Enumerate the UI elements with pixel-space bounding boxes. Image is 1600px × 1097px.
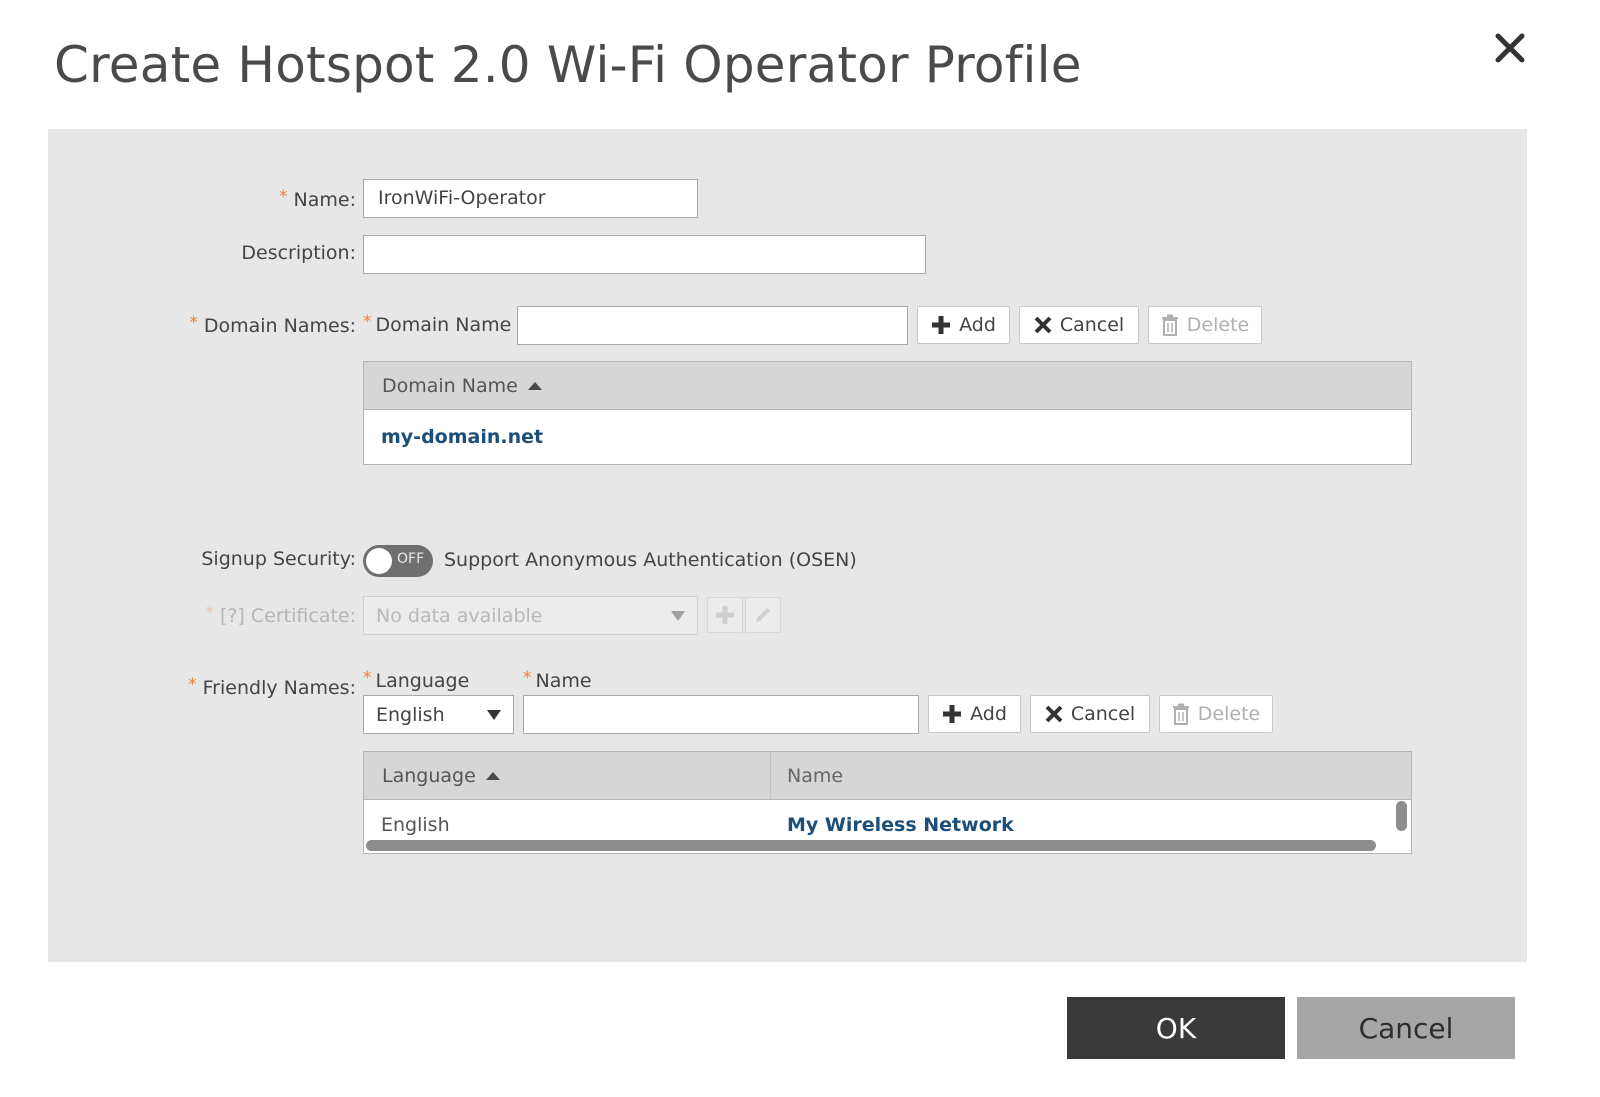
required-marker: *: [189, 313, 198, 333]
sort-ascending-icon: [527, 381, 542, 390]
column-header-name[interactable]: Name: [771, 752, 843, 799]
domain-name-input[interactable]: [517, 306, 908, 345]
certificate-edit-button[interactable]: [745, 597, 781, 633]
pencil-icon: [756, 608, 770, 622]
description-input[interactable]: [363, 235, 926, 274]
friendly-name-cell[interactable]: My Wireless Network: [787, 814, 1014, 836]
signup-security-label: Signup Security:: [201, 548, 356, 570]
chevron-down-icon: [671, 610, 685, 621]
domain-delete-button[interactable]: Delete: [1148, 306, 1262, 344]
domain-names-table: Domain Name my-domain.net: [363, 361, 1412, 465]
required-marker: *: [363, 668, 372, 688]
trash-icon: [1172, 703, 1189, 725]
x-icon: [1034, 316, 1052, 334]
description-label: Description:: [241, 242, 356, 264]
vertical-scrollbar[interactable]: [1396, 801, 1407, 831]
table-row[interactable]: English My Wireless Network: [364, 800, 1411, 853]
close-icon[interactable]: [1490, 22, 1530, 70]
column-header-language[interactable]: Language: [364, 752, 771, 799]
dialog-title: Create Hotspot 2.0 Wi-Fi Operator Profil…: [54, 36, 1082, 94]
osen-toggle[interactable]: OFF: [363, 545, 433, 577]
table-header: Domain Name: [364, 362, 1411, 410]
cancel-button[interactable]: Cancel: [1297, 997, 1515, 1059]
x-icon: [1045, 705, 1063, 723]
friendly-names-table: Language Name English My Wireless Networ…: [363, 751, 1412, 854]
plus-icon: [716, 606, 734, 624]
table-row[interactable]: my-domain.net: [364, 410, 1411, 464]
language-select[interactable]: English: [363, 695, 514, 734]
friendly-cancel-button[interactable]: Cancel: [1030, 695, 1150, 733]
friendly-delete-button[interactable]: Delete: [1159, 695, 1273, 733]
plus-icon: [943, 705, 962, 723]
required-marker: *: [188, 675, 197, 695]
required-marker: *: [279, 187, 288, 207]
domain-cancel-button[interactable]: Cancel: [1019, 306, 1139, 344]
required-marker: *: [205, 603, 214, 623]
certificate-add-button[interactable]: [707, 597, 743, 633]
sort-ascending-icon: [485, 771, 500, 780]
chevron-down-icon: [487, 709, 501, 720]
plus-icon: [932, 316, 951, 334]
help-icon[interactable]: [?]: [220, 605, 245, 627]
domain-name-cell[interactable]: my-domain.net: [381, 426, 543, 448]
osen-toggle-label: Support Anonymous Authentication (OSEN): [444, 549, 857, 571]
friendly-names-label: * Friendly Names:: [188, 675, 356, 699]
language-cell: English: [381, 814, 450, 836]
domain-names-label: * Domain Names:: [189, 313, 356, 337]
friendly-add-button[interactable]: Add: [928, 695, 1021, 733]
table-header: Language Name: [364, 752, 1411, 800]
domain-name-input-label: * Domain Name: [363, 312, 512, 336]
toggle-state: OFF: [397, 551, 425, 567]
language-input-label: * Language: [363, 668, 470, 692]
horizontal-scrollbar[interactable]: [366, 840, 1376, 851]
trash-icon: [1161, 314, 1178, 336]
ok-button[interactable]: OK: [1067, 997, 1285, 1059]
friendly-name-input[interactable]: [523, 695, 919, 734]
name-input[interactable]: IronWiFi-Operator: [363, 179, 698, 218]
column-header-domain-name[interactable]: Domain Name: [364, 362, 542, 409]
certificate-label: * [?] Certificate:: [205, 603, 356, 627]
certificate-select[interactable]: No data available: [363, 596, 698, 635]
toggle-knob: [366, 548, 392, 574]
required-marker: *: [363, 312, 372, 332]
name-input-label: * Name: [523, 668, 592, 692]
required-marker: *: [523, 668, 532, 688]
domain-add-button[interactable]: Add: [917, 306, 1010, 344]
name-label: * Name:: [279, 187, 356, 211]
